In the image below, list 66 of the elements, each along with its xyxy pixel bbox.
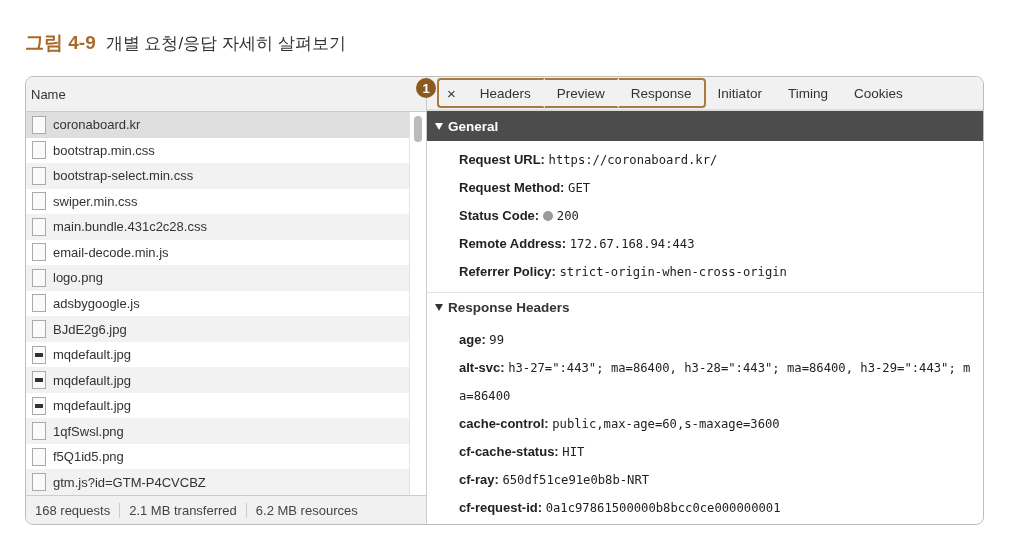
file-icon (32, 166, 46, 185)
tab[interactable]: Initiator (705, 78, 776, 108)
image-file-icon (32, 396, 46, 415)
request-name: email-decode.min.js (53, 244, 169, 260)
request-name: logo.png (53, 270, 103, 286)
request-name: BJdE2g6.jpg (53, 321, 127, 337)
status-text: 6.2 MB resources (245, 502, 367, 518)
file-icon (32, 320, 46, 338)
file-icon (32, 447, 46, 466)
tab[interactable]: Timing (775, 78, 842, 108)
header-field: Status Code: 200 (459, 202, 983, 230)
header-field: cf-request-id: 0a1c97861500000b8bcc0ce000000001 (459, 494, 983, 522)
status-text: 2.1 MB transferred (119, 502, 246, 518)
request-row[interactable]: main.bundle.431c2c28.css (26, 214, 409, 240)
request-name: mqdefault.jpg (53, 372, 132, 388)
file-icon (32, 115, 46, 134)
file-icon (32, 268, 46, 287)
request-name: main.bundle.431c2c28.css (53, 219, 207, 235)
request-name: adsbygoogle.js (53, 296, 140, 311)
image-file-icon (32, 371, 46, 390)
file-icon (32, 243, 46, 262)
request-name: mqdefault.jpg (53, 347, 132, 363)
header-field: age: 99 (459, 326, 983, 354)
expand-triangle-icon[interactable] (435, 303, 443, 311)
image-file-icon (32, 345, 46, 364)
file-icon (32, 473, 46, 492)
request-row[interactable]: gtm.js?id=GTM-P4CVCBZ (26, 469, 409, 495)
figure-number: 그림 4-9 (25, 31, 96, 55)
request-row[interactable]: bootstrap-select.min.css (26, 163, 409, 189)
tab[interactable]: Headers (467, 78, 545, 108)
section-title: Response Headers (448, 299, 570, 315)
file-icon (32, 217, 46, 236)
header-field: Remote Address: 172.67.168.94:443 (459, 230, 983, 258)
request-name: bootstrap.min.css (53, 142, 155, 158)
request-name: 1qfSwsl.png (53, 423, 124, 439)
tab[interactable]: Cookies (841, 78, 917, 108)
request-name: bootstrap-select.min.css (53, 168, 194, 184)
request-row[interactable]: logo.png (26, 265, 409, 291)
request-row[interactable]: mqdefault.jpg (26, 367, 409, 393)
tab[interactable]: Response (618, 78, 706, 108)
status-text: 168 requests (34, 502, 112, 518)
section-header[interactable]: General (427, 111, 983, 141)
request-row[interactable]: 1qfSwsl.png (26, 418, 409, 444)
tab[interactable]: Preview (544, 78, 619, 108)
header-field: cf-ray: 650df51ce91e0b8b-NRT (459, 466, 983, 494)
expand-triangle-icon[interactable] (435, 122, 443, 130)
section-title: General (448, 118, 499, 134)
request-row[interactable]: coronaboard.kr (26, 112, 409, 138)
request-name: mqdefault.jpg (53, 398, 132, 414)
file-icon (32, 294, 46, 313)
scroll-thumb[interactable] (414, 116, 422, 142)
figure-caption: 개별 요청/응답 자세히 살펴보기 (105, 33, 346, 55)
header-field: Request Method: GET (459, 174, 983, 202)
close-icon[interactable]: × (437, 78, 468, 108)
header-field: Request URL: https://coronaboard.kr/ (459, 146, 983, 174)
request-name: swiper.min.css (53, 193, 138, 209)
file-icon (32, 422, 46, 441)
header-field: cache-control: public,max-age=60,s-maxage=3600 (459, 410, 983, 438)
request-name: coronaboard.kr (53, 117, 141, 133)
header-field: cf-cache-status: HIT (459, 438, 983, 466)
file-icon (32, 192, 46, 211)
request-name: gtm.js?id=GTM-P4CVCBZ (53, 474, 206, 490)
file-icon (32, 141, 46, 160)
request-name: f5Q1id5.png (53, 449, 124, 465)
request-row[interactable]: BJdE2g6.jpg (26, 316, 409, 342)
header-field: Referrer Policy: strict-origin-when-cross-origin (459, 258, 983, 286)
